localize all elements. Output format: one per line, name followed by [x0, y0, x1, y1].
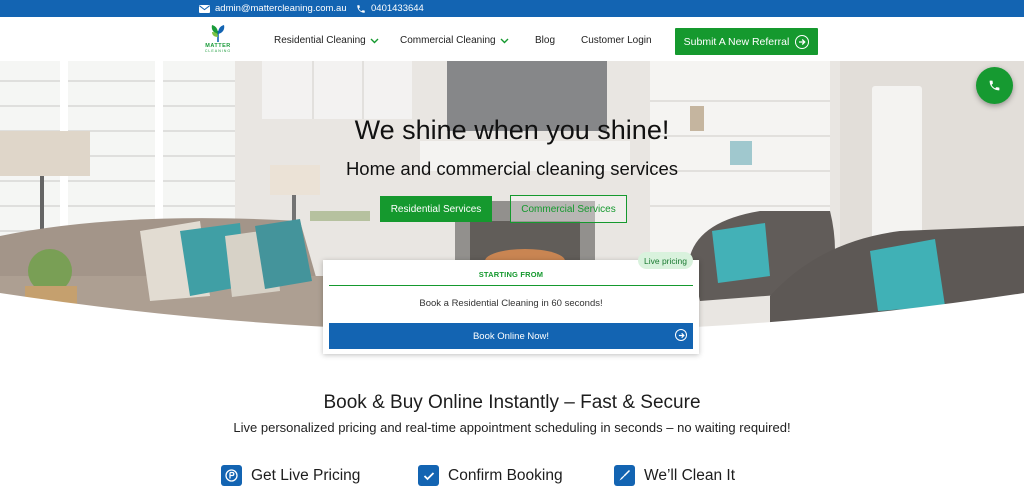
chevron-down-icon: [500, 38, 509, 43]
submit-referral-button[interactable]: Submit A New Referral: [675, 28, 818, 55]
step-well-clean-it: We’ll Clean It: [614, 465, 735, 486]
step-label: We’ll Clean It: [644, 466, 736, 484]
nav-residential-cleaning[interactable]: Residential Cleaning: [274, 35, 379, 46]
step-confirm-booking: Confirm Booking: [418, 465, 563, 486]
commercial-services-button[interactable]: Commercial Services: [510, 195, 627, 223]
section-title: Book & Buy Online Instantly – Fast & Sec…: [323, 392, 701, 413]
envelope-icon: [199, 4, 210, 13]
company-logo[interactable]: MATTER CLEANING: [199, 25, 237, 55]
referral-label: Submit A New Referral: [683, 35, 790, 48]
nav-residential-label: Residential Cleaning: [274, 35, 366, 46]
arrow-right-circle-icon: [795, 34, 810, 49]
step-label: Confirm Booking: [448, 466, 563, 484]
nav-commercial-cleaning[interactable]: Commercial Cleaning: [400, 35, 509, 46]
price-tag-icon: [221, 465, 242, 486]
checkmark-icon: [418, 465, 439, 486]
live-pricing-badge: Live pricing: [638, 252, 693, 269]
hero-title: We shine when you shine!: [354, 115, 670, 145]
book-online-button[interactable]: Book Online Now!: [329, 323, 693, 349]
nav-login-label: Customer Login: [581, 35, 652, 46]
book-online-label: Book Online Now!: [472, 330, 550, 342]
nav-blog-label: Blog: [535, 35, 556, 46]
residential-services-button[interactable]: Residential Services: [380, 196, 492, 222]
booking-card: Live pricing STARTING FROM Book a Reside…: [323, 252, 699, 354]
section-subtitle: Live personalized pricing and real-time …: [233, 420, 791, 435]
phone-icon: [357, 4, 365, 13]
email-link[interactable]: admin@mattercleaning.com.au: [199, 3, 347, 14]
main-navigation: MATTER CLEANING Residential Cleaning Com…: [0, 17, 1024, 61]
card-divider: [329, 285, 693, 286]
floating-call-button[interactable]: [976, 67, 1013, 104]
phone-icon: [989, 80, 1000, 91]
step-get-live-pricing: Get Live Pricing: [221, 465, 360, 486]
step-label: Get Live Pricing: [251, 466, 361, 484]
leaf-logo-icon: [211, 25, 225, 42]
starting-from-label: STARTING FROM: [478, 270, 544, 279]
broom-icon: [614, 465, 635, 486]
email-text: admin@mattercleaning.com.au: [215, 3, 347, 14]
nav-customer-login[interactable]: Customer Login: [581, 35, 652, 46]
logo-tagline-text: CLEANING: [204, 49, 232, 53]
booking-card-text: Book a Residential Cleaning in 60 second…: [419, 298, 603, 309]
hero-subtitle: Home and commercial cleaning services: [345, 158, 679, 179]
top-contact-bar: admin@mattercleaning.com.au 0401433644: [0, 0, 1024, 17]
nav-commercial-label: Commercial Cleaning: [400, 35, 496, 46]
arrow-right-circle-icon: [675, 329, 687, 341]
chevron-down-icon: [370, 38, 379, 43]
nav-blog[interactable]: Blog: [535, 35, 555, 46]
phone-text: 0401433644: [371, 3, 424, 14]
phone-link[interactable]: 0401433644: [356, 3, 424, 14]
